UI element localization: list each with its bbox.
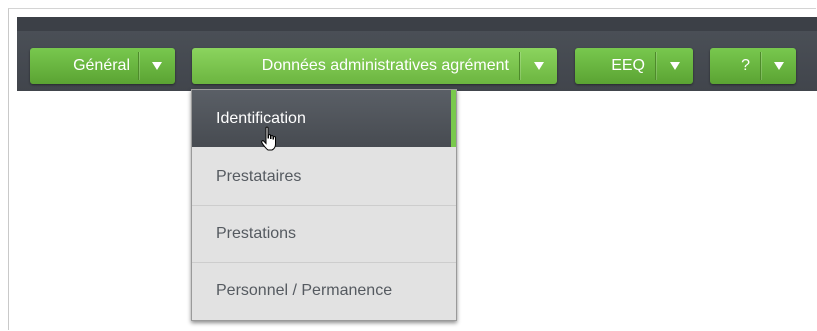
donnees-admin-dropdown-menu: Identification Prestataires Prestations …: [191, 89, 457, 321]
menu-eeq-label: EEQ: [611, 57, 645, 74]
menu-donnees-admin-button[interactable]: Données administratives agrément: [192, 48, 557, 84]
menu-help-button[interactable]: ?: [710, 48, 796, 84]
dropdown-item-prestations[interactable]: Prestations: [192, 205, 456, 262]
dropdown-item-identification[interactable]: Identification: [192, 90, 456, 147]
dropdown-item-prestataires[interactable]: Prestataires: [192, 148, 456, 205]
menu-donnees-admin-label: Données administratives agrément: [261, 57, 509, 74]
chevron-down-icon[interactable]: [520, 48, 557, 84]
hand-cursor-icon: [261, 126, 276, 151]
menu-general-button[interactable]: Général: [30, 48, 175, 84]
dropdown-item-label: Personnel / Permanence: [216, 281, 393, 299]
chevron-down-icon[interactable]: [139, 48, 175, 84]
menu-eeq-button[interactable]: EEQ: [575, 48, 693, 84]
dropdown-item-personnel-permanence[interactable]: Personnel / Permanence: [192, 262, 456, 319]
dropdown-item-label: Prestations: [216, 224, 297, 242]
header-strip: [17, 17, 817, 31]
menu-help-label: ?: [741, 57, 750, 74]
chevron-down-icon[interactable]: [656, 48, 693, 84]
dropdown-item-label: Prestataires: [216, 167, 302, 185]
menu-general-label: Général: [73, 57, 130, 74]
dropdown-item-label: Identification: [216, 109, 306, 127]
chevron-down-icon[interactable]: [761, 48, 796, 84]
